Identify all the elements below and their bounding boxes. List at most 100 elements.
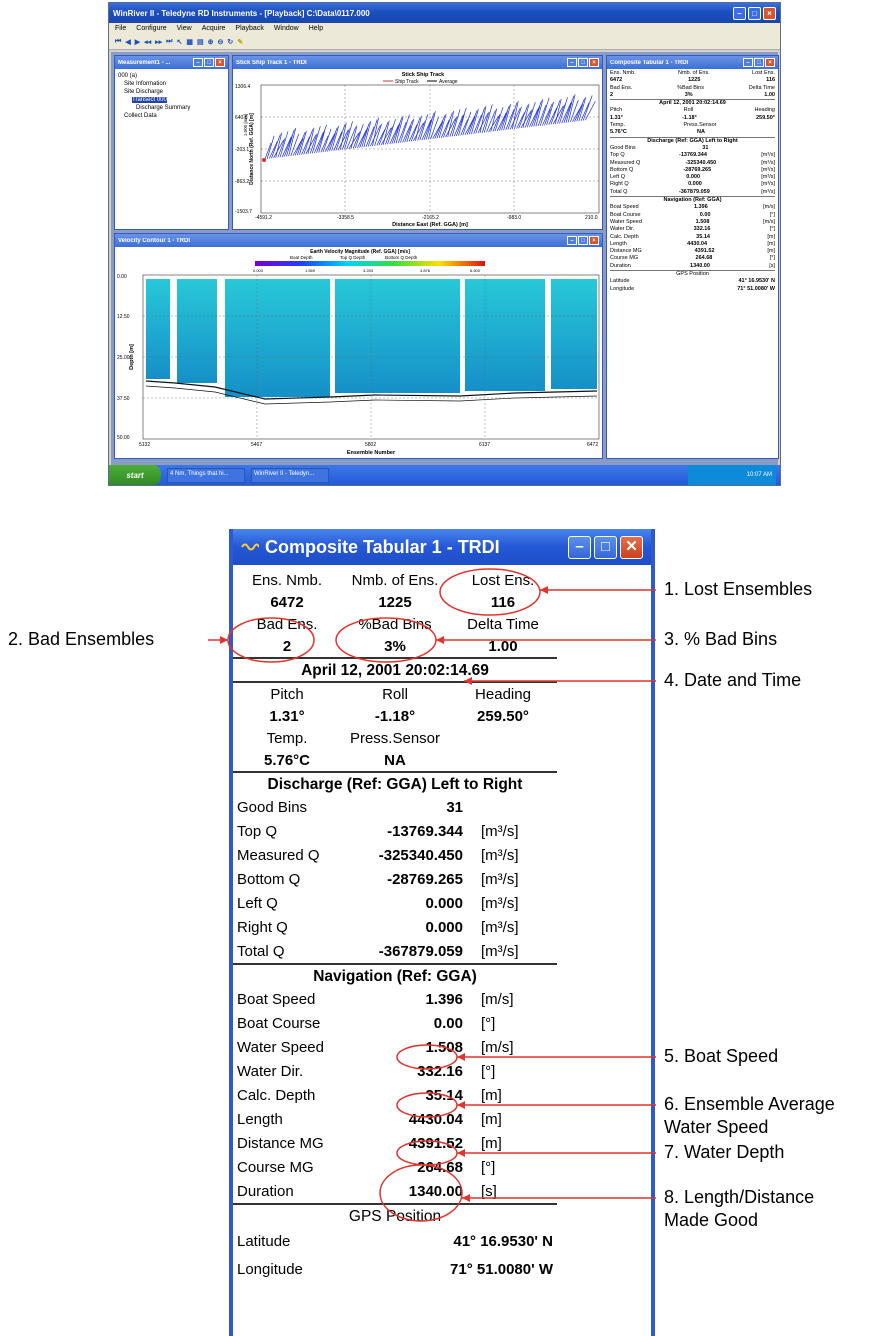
close-button[interactable]: ✕ [620,535,643,559]
max-button[interactable]: □ [578,236,588,245]
table-row: Distance MG 4391.52 [m] [233,1131,557,1155]
row-label: Distance MG [610,248,642,255]
contour-chart: Earth Velocity Magnitude (Ref. GGA) [m/s… [117,249,600,456]
mini-tabular-body: Ens. Nmb. Nmb. of Ens. Lost Ens. 6472 1225 1… [607,69,778,294]
min-button[interactable]: – [743,58,753,67]
composite-tabular-window: Composite Tabular 1 - TRDI – □ ✕ Ens. Nm… [229,529,655,1336]
row-label: Right Q [610,181,629,188]
step-icon[interactable]: ▸▸ [155,38,162,47]
table-row: Distance MG 4391.52 [m] [610,248,775,255]
maximize-button[interactable]: □ [748,6,761,20]
contour-title-bar: Velocity Contour 1 - TRDI – □ × [115,234,602,247]
measurement-title: Measurement1 - ... [118,59,171,66]
refresh-icon[interactable]: ↻ [227,38,233,47]
menu-configure[interactable]: Configure [136,25,166,34]
close-icon[interactable]: × [589,236,599,245]
row-unit: [m/s] [763,218,775,225]
callout-length: 8. Length/Distance [664,1187,815,1207]
clock: 10:07 AM [746,472,772,478]
mini-cell: 3% [684,91,693,98]
row-unit: [m³/s] [761,166,775,173]
table-icon[interactable]: ▤ [197,38,204,47]
menu-window[interactable]: Window [274,25,299,34]
tree-item-site-discharge[interactable]: Site Discharge [118,88,225,96]
row-value: -28769.265 [683,166,712,173]
tree-item-collect-data[interactable]: Collect Data [118,112,225,120]
row-label: Bottom Q [237,870,301,888]
table-row: Total Q -367879.059 [m³/s] [233,939,557,963]
gps-heading: GPS Position [233,1203,557,1227]
menu-acquire[interactable]: Acquire [202,25,226,34]
pointer-icon[interactable]: ↖ [176,38,182,47]
last-icon[interactable]: ⏭ [166,38,172,47]
tree-item-site-info[interactable]: Site Information [118,80,225,88]
min-button[interactable]: – [567,236,577,245]
mdi-client: Measurement1 - ... – □ × 000 (a) Site Info… [111,52,779,465]
wave-icon [241,543,259,551]
row-unit: [m] [481,1110,502,1128]
tree-item-discharge-summary[interactable]: Discharge Summary [118,104,225,112]
mini-cell: 41° 16.9530' N [738,278,775,285]
row-label: Left Q [237,894,278,912]
menu-playback[interactable]: Playback [235,25,263,34]
zoom-in-icon[interactable]: ⊕ [208,38,214,47]
row-unit: [°] [481,1062,496,1080]
minimize-button[interactable]: – [733,6,746,20]
tree-item-transect[interactable]: Transect 000 [132,97,167,103]
close-icon[interactable]: × [765,58,775,67]
max-button[interactable]: □ [754,58,764,67]
temp-value: 5.76°C [263,751,311,769]
row-label: Right Q [237,918,288,936]
taskbar-button[interactable]: 4 Nm, Things that hi... [167,467,245,483]
start-button[interactable]: start [109,465,161,485]
x-tick: 6137 [479,442,490,448]
menu-help[interactable]: Help [309,25,323,34]
navigation-rows: Boat Speed 1.396 [m/s] Boat Course 0.00 [°] Wa… [233,987,557,1203]
row-unit: [°] [481,1158,496,1176]
pen-icon[interactable]: ✎ [237,38,243,47]
toolbar: ⏮ ◀ ▶ ◂◂ ▸▸ ⏭ ↖ ▦ ▤ ⊕ ⊖ ↻ ✎ [109,36,780,50]
first-icon[interactable]: ⏮ [115,38,121,47]
table-row: Boat Speed 1.396 [m/s] [233,987,557,1011]
delta-time-label: Delta Time [467,615,539,633]
menu-view[interactable]: View [177,25,192,34]
mini-gps-heading: GPS Position [610,270,775,278]
close-button[interactable]: × [763,6,776,20]
play-icon[interactable]: ▶ [135,38,140,47]
menu-file[interactable]: File [115,25,126,34]
nmb-of-ens-label: Nmb. of Ens. [351,571,439,589]
row-label: Measured Q [610,159,641,166]
longitude-value: 71° 51.0080' W [450,1260,553,1278]
row-unit: [m/s] [481,1038,514,1056]
min-button[interactable]: – [567,58,577,67]
max-button[interactable]: □ [578,58,588,67]
mini-discharge-heading: Discharge (Ref: GGA) Left to Right [610,136,775,145]
row-value: 1.508 [695,218,710,225]
step-back-icon[interactable]: ◂◂ [144,38,151,47]
close-icon[interactable]: × [215,58,225,67]
legend-boat-depth: Boat Depth [290,255,313,260]
row-unit: [s] [481,1182,497,1200]
table-row: Top Q -13769.344 [m³/s] [233,819,557,843]
menu-bar: File Configure View Acquire Playback Win… [109,23,780,36]
x-tick: -3358.5 [337,215,354,221]
row-unit: [m³/s] [481,870,519,888]
row-value: 4430.04 [687,240,708,247]
min-button[interactable]: – [193,58,203,67]
row-label: Left Q [610,174,625,181]
good-bins-label: Good Bins [237,798,308,816]
chart-icon[interactable]: ▦ [186,38,193,47]
temp-label: Temp. [266,729,308,747]
zoom-out-icon[interactable]: ⊖ [217,38,223,47]
legend-ship-track: Ship Track [395,79,419,85]
close-icon[interactable]: × [589,58,599,67]
tree-item-root[interactable]: 000 (a) [118,72,225,80]
max-button[interactable]: □ [204,58,214,67]
minimize-button[interactable]: – [568,535,591,559]
maximize-button[interactable]: □ [594,535,617,559]
back-icon[interactable]: ◀ [125,38,130,47]
taskbar-button[interactable]: WinRiver II - Teledyn... [251,467,329,483]
x-tick: -2165.2 [422,215,439,221]
mini-cell: %Bad Bins [677,84,704,91]
roll-label: Roll [382,685,408,703]
